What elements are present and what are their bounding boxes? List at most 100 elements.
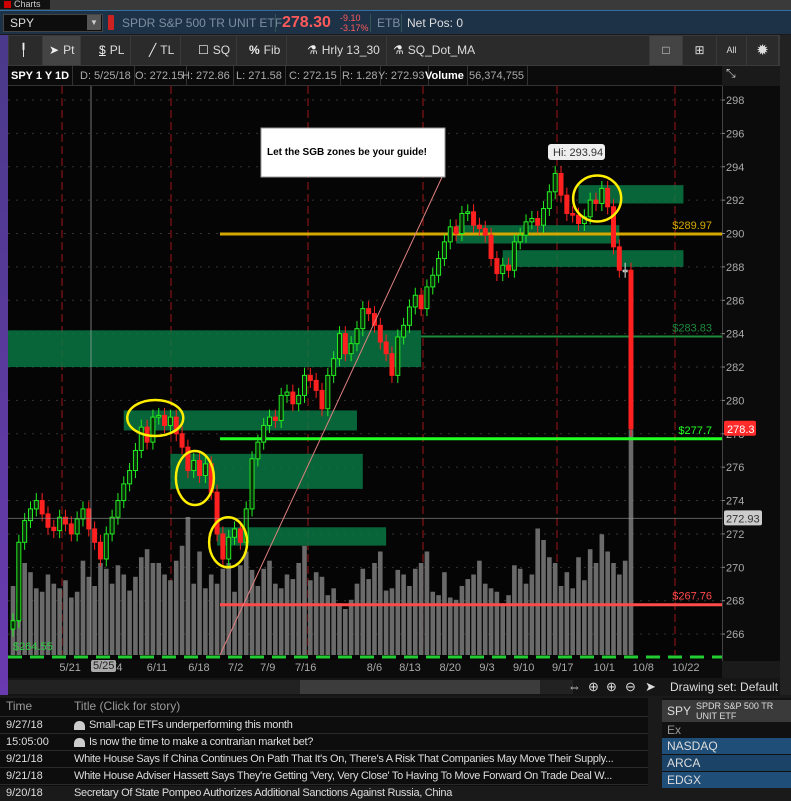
news-row[interactable]: 9/27/18 Small-cap ETFs underperforming th… bbox=[0, 716, 648, 732]
price-level-label: $277.7 bbox=[678, 425, 712, 437]
candle bbox=[302, 367, 307, 403]
news-title[interactable]: Is now the time to make a contrarian mar… bbox=[74, 734, 646, 750]
volume-bar bbox=[430, 591, 436, 655]
candle bbox=[80, 501, 86, 527]
volume-bar bbox=[103, 568, 109, 655]
level2-symbol: SPY bbox=[667, 704, 692, 718]
candle bbox=[86, 501, 92, 537]
candle-body bbox=[441, 241, 447, 260]
volume-bar bbox=[453, 599, 459, 655]
candle-body bbox=[628, 269, 634, 430]
volume-bar bbox=[179, 545, 185, 655]
news-time: 9/27/18 bbox=[6, 719, 43, 731]
candle-body bbox=[395, 336, 401, 376]
news-header-time[interactable]: Time bbox=[6, 698, 32, 715]
news-row[interactable]: 15:05:00 Is now the time to make a contra… bbox=[0, 733, 648, 749]
candle-body bbox=[471, 211, 477, 226]
news-scrollbar[interactable] bbox=[648, 698, 662, 786]
price-tick-label: 294 bbox=[726, 162, 744, 174]
pan-arrows-icon[interactable]: ⇔ bbox=[568, 679, 581, 694]
volume-bar bbox=[599, 534, 605, 655]
candle bbox=[62, 509, 68, 532]
news-header-title[interactable]: Title (Click for story) bbox=[74, 698, 180, 715]
candle-body bbox=[307, 374, 313, 381]
news-source-icon bbox=[74, 737, 85, 747]
price-tick-label: 268 bbox=[726, 596, 744, 608]
price-tick-label: 280 bbox=[726, 395, 744, 407]
low-price-label: $264.55 bbox=[13, 641, 53, 653]
candle bbox=[45, 506, 51, 535]
price-level-label: $289.97 bbox=[672, 220, 712, 232]
candle-body bbox=[616, 246, 622, 271]
news-row[interactable]: 9/21/18 White House Adviser Hassett Says … bbox=[0, 767, 648, 783]
candle-body bbox=[115, 500, 121, 518]
candle-body bbox=[284, 391, 290, 396]
candle-body bbox=[272, 416, 278, 421]
candle-body bbox=[74, 518, 80, 535]
time-tick-label: 10/22 bbox=[672, 662, 700, 674]
news-time: 9/21/18 bbox=[6, 770, 43, 782]
candle-body bbox=[406, 306, 412, 326]
drawing-set-selector[interactable]: Drawing set: Default bbox=[670, 680, 778, 694]
candle bbox=[570, 205, 576, 223]
zoom-in-icon[interactable]: ⊕ bbox=[606, 679, 617, 695]
collapse-chart-icon[interactable]: ⤡ bbox=[726, 66, 736, 81]
price-chart[interactable]: 2662682702722742762782802822842862882902… bbox=[0, 0, 791, 700]
news-row[interactable]: 9/21/18 White House Says If China Continu… bbox=[0, 750, 648, 766]
news-title-text: Small-cap ETFs underperforming this mont… bbox=[89, 719, 293, 731]
news-title-text: White House Adviser Hassett Says They're… bbox=[74, 770, 613, 782]
volume-bar bbox=[383, 590, 389, 655]
level2-row[interactable]: NASDAQ bbox=[662, 738, 791, 754]
volume-bar bbox=[308, 580, 313, 655]
time-tick-label: 6/18 bbox=[188, 662, 210, 674]
volume-bar bbox=[354, 583, 360, 655]
level2-header: SPY SPDR S&P 500 TR UNIT ETF bbox=[662, 700, 791, 722]
price-tick-label: 290 bbox=[726, 229, 744, 241]
candle bbox=[115, 493, 121, 525]
volume-bar bbox=[587, 549, 593, 655]
candle bbox=[290, 384, 296, 412]
volume-bar bbox=[459, 586, 465, 655]
candle bbox=[395, 329, 401, 383]
candle bbox=[92, 521, 98, 550]
news-title[interactable]: Secretary Of State Pompeo Authorizes Add… bbox=[74, 785, 646, 801]
candle-body bbox=[383, 341, 389, 355]
candle-body bbox=[342, 333, 348, 355]
news-title[interactable]: White House Says If China Continues On P… bbox=[74, 751, 646, 767]
news-title[interactable]: Small-cap ETFs underperforming this mont… bbox=[74, 717, 646, 733]
candle bbox=[103, 526, 109, 567]
candle-body bbox=[51, 526, 57, 532]
volume-bar bbox=[185, 517, 191, 655]
time-axis[interactable]: 10/22 10/8 10/1 9/17 9/10 9/3 8/20 8/13 8/6 7/16 7… bbox=[8, 660, 722, 678]
volume-bar bbox=[144, 549, 150, 655]
zoom-out-icon[interactable]: ⊖ bbox=[625, 679, 636, 695]
volume-bar bbox=[366, 579, 371, 655]
news-title[interactable]: White House Adviser Hassett Says They're… bbox=[74, 768, 646, 784]
volume-bar bbox=[482, 583, 488, 655]
volume-bar bbox=[494, 591, 500, 655]
pointer-icon[interactable]: ➤ bbox=[645, 679, 656, 695]
info-y: Y: 272.93 bbox=[375, 66, 429, 86]
candle bbox=[430, 267, 436, 295]
news-row[interactable]: 9/20/18 Secretary Of State Pompeo Authori… bbox=[0, 784, 648, 800]
scrollbar-thumb[interactable] bbox=[300, 680, 540, 694]
candle-body bbox=[360, 308, 366, 330]
volume-bar bbox=[138, 557, 144, 655]
candle-body bbox=[517, 234, 523, 243]
candle-body bbox=[546, 191, 552, 209]
candle-body bbox=[506, 264, 512, 271]
price-tick-label: 272 bbox=[726, 529, 744, 541]
volume-bar bbox=[284, 574, 290, 655]
candle-body bbox=[488, 234, 494, 260]
candle-body bbox=[92, 528, 98, 543]
volume-bar bbox=[558, 586, 564, 655]
volume-bar bbox=[552, 563, 558, 655]
time-tick-label: 7/9 bbox=[260, 662, 276, 674]
volume-bar bbox=[564, 572, 570, 655]
candle-body bbox=[401, 324, 407, 338]
candle bbox=[97, 534, 103, 567]
candle bbox=[436, 251, 442, 283]
volume-bar bbox=[535, 528, 540, 655]
crosshair-icon[interactable]: ⊕ bbox=[588, 679, 599, 695]
level2-row[interactable]: ARCA bbox=[662, 755, 791, 771]
